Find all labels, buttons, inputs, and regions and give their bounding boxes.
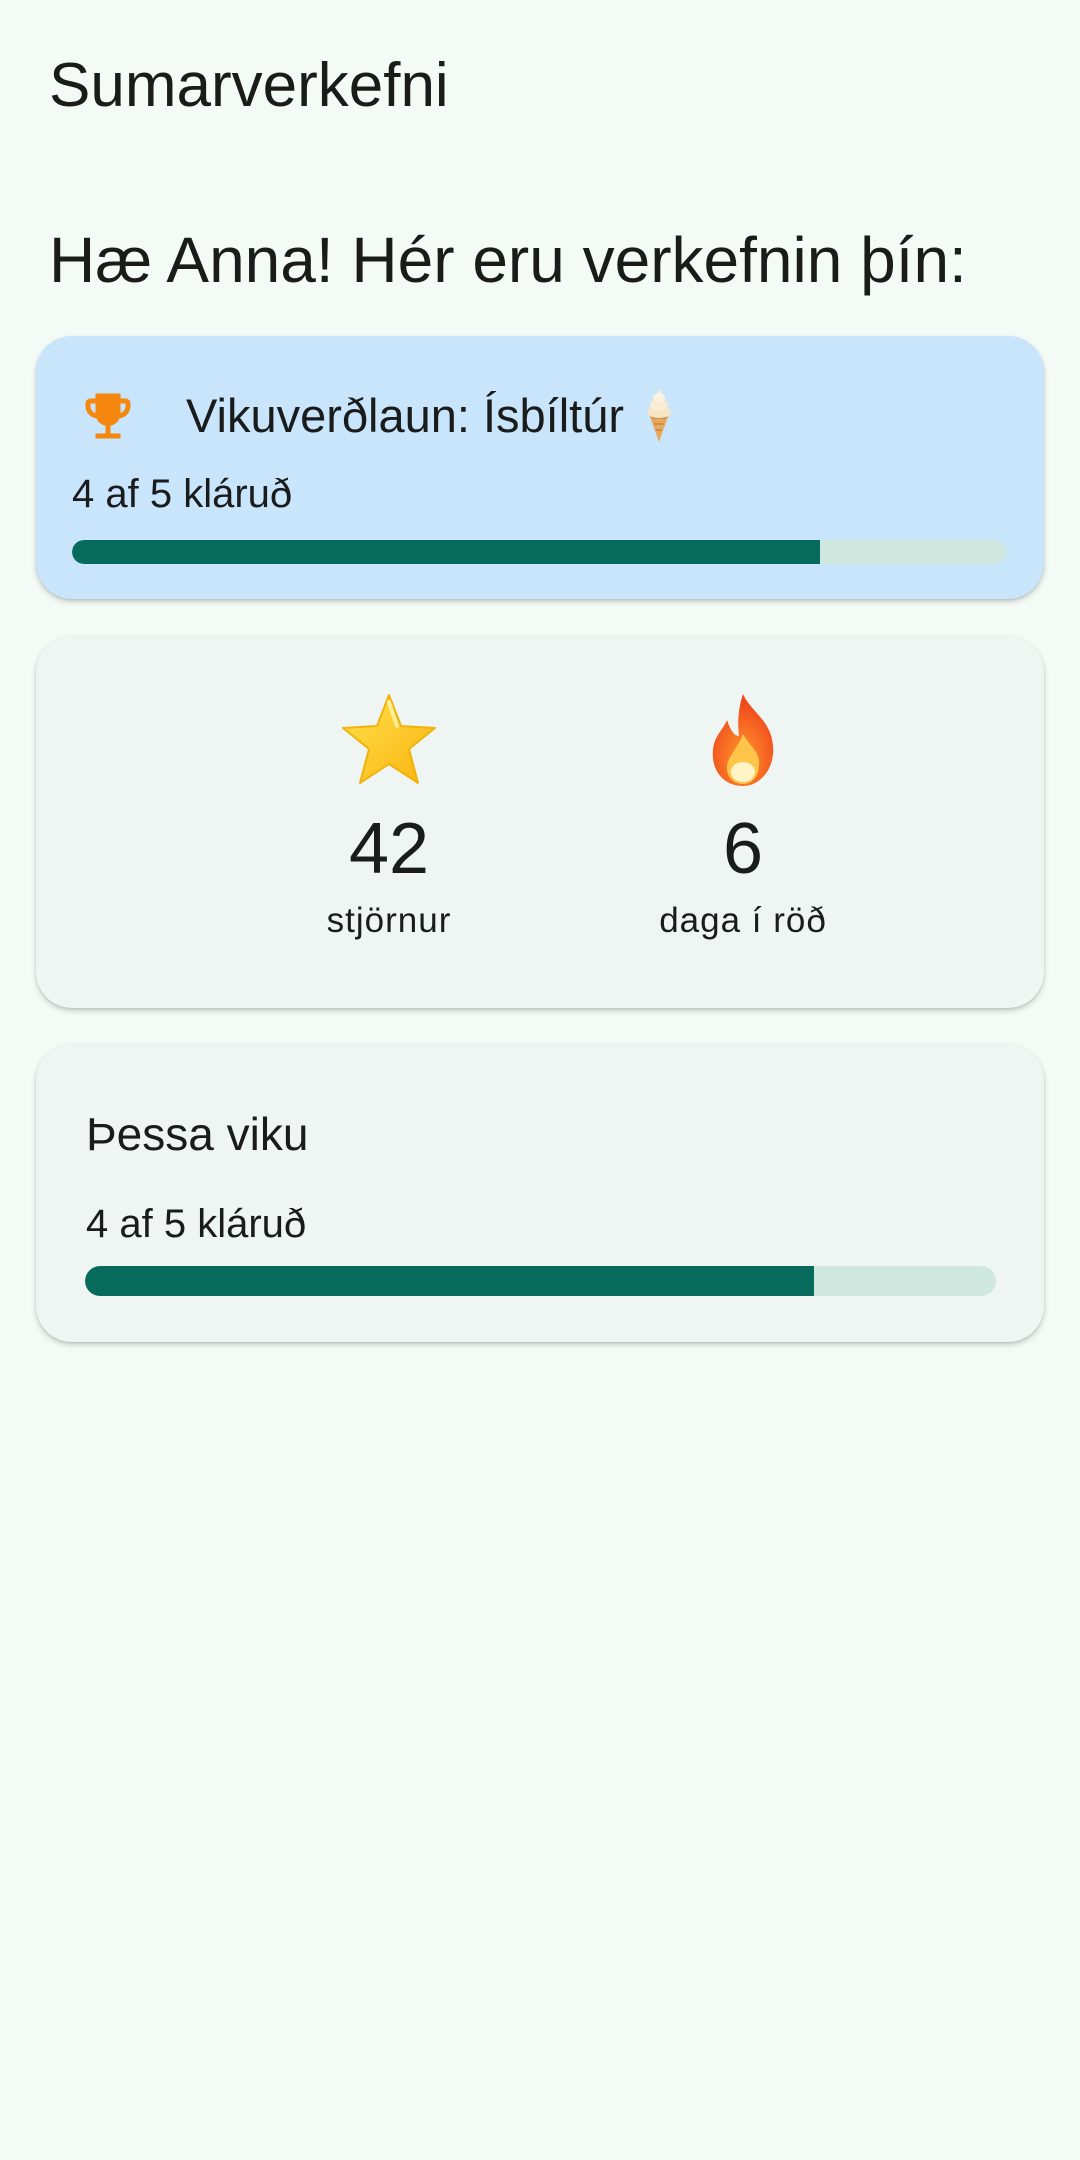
reward-header: Vikuverðlaun: Ísbíltúr xyxy=(78,376,676,456)
week-title: Þessa viku xyxy=(86,1108,309,1160)
star-icon xyxy=(342,694,436,784)
week-progress-bar xyxy=(85,1266,996,1296)
reward-progress-text: 4 af 5 kláruð xyxy=(72,472,293,516)
streak-stat: 6 daga í röð xyxy=(593,690,893,944)
greeting-heading: Hæ Anna! Hér eru verkefnin þín: xyxy=(49,224,967,296)
app-title: Sumarverkefni xyxy=(49,51,449,120)
reward-title: Vikuverðlaun: Ísbíltúr xyxy=(186,386,676,446)
trophy-icon xyxy=(85,393,131,439)
streak-value: 6 xyxy=(722,809,764,889)
ice-cream-icon xyxy=(647,390,672,442)
stars-label: stjörnur xyxy=(326,901,452,940)
week-progress-text: 4 af 5 kláruð xyxy=(86,1202,307,1246)
week-progress-fill xyxy=(85,1266,814,1296)
stats-card: 42 stjörnur 6 daga í röð xyxy=(36,636,1044,1008)
stars-value: 42 xyxy=(348,809,430,889)
weekly-reward-card[interactable]: Vikuverðlaun: Ísbíltúr 4 af 5 kláruð xyxy=(36,336,1044,599)
stars-stat: 42 stjörnur xyxy=(239,690,539,944)
reward-progress-fill xyxy=(72,540,820,564)
reward-title-text: Vikuverðlaun: Ísbíltúr xyxy=(186,389,625,442)
this-week-card[interactable]: Þessa viku 4 af 5 kláruð xyxy=(36,1044,1044,1342)
fire-icon xyxy=(712,694,774,786)
streak-label: daga í röð xyxy=(659,901,827,940)
reward-progress-bar xyxy=(72,540,1007,564)
